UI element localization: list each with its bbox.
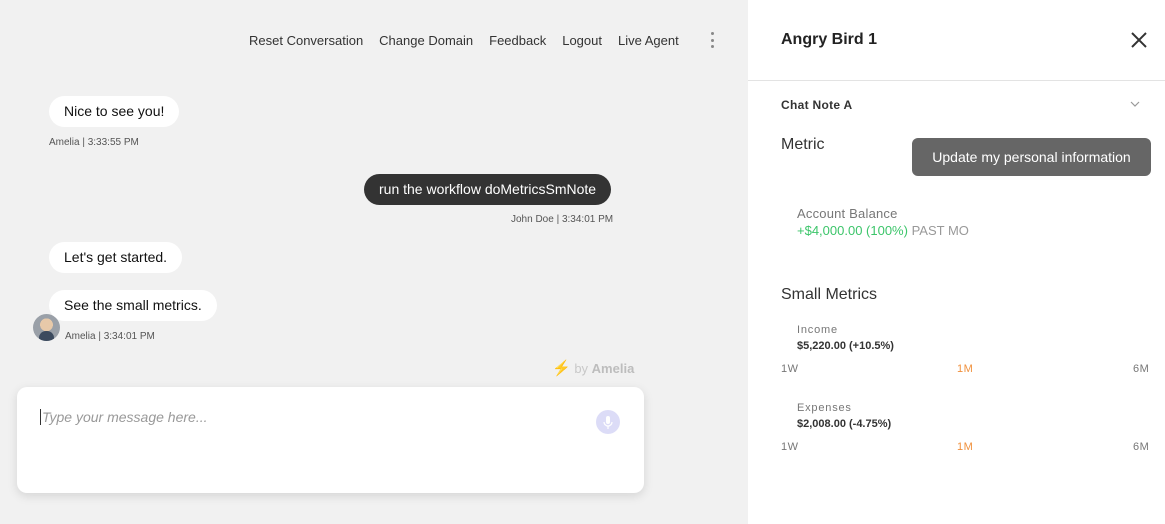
range-6m[interactable]: 6M — [1133, 363, 1149, 375]
feedback-link[interactable]: Feedback — [489, 33, 546, 48]
balance-period: PAST MO — [911, 223, 969, 238]
powered-by: ⚡ by Amelia — [552, 359, 634, 377]
more-options-icon[interactable] — [710, 32, 715, 48]
close-icon[interactable] — [1130, 31, 1148, 49]
top-nav: Reset Conversation Change Domain Feedbac… — [249, 33, 679, 48]
change-domain-link[interactable]: Change Domain — [379, 33, 473, 48]
bot-message: Let's get started. — [49, 242, 183, 273]
powered-by-prefix: by — [574, 361, 589, 376]
divider — [748, 80, 1165, 81]
avatar — [33, 314, 60, 341]
range-1m[interactable]: 1M — [957, 441, 973, 453]
message-meta: John Doe | 3:34:01 PM — [511, 214, 614, 225]
reset-conversation-link[interactable]: Reset Conversation — [249, 33, 363, 48]
metric-title: Metric — [781, 136, 825, 153]
small-metrics-title: Small Metrics — [781, 286, 878, 303]
range-6m[interactable]: 6M — [1133, 441, 1149, 453]
logout-link[interactable]: Logout — [562, 33, 602, 48]
message-meta: Amelia | 3:33:55 PM — [49, 137, 139, 148]
live-agent-link[interactable]: Live Agent — [618, 33, 679, 48]
range-1w[interactable]: 1W — [781, 441, 799, 453]
bot-message: Nice to see you! — [49, 96, 180, 127]
bolt-icon: ⚡ — [552, 360, 571, 377]
message-input[interactable] — [40, 409, 580, 425]
microphone-icon[interactable] — [596, 410, 620, 434]
bot-message: See the small metrics. — [49, 290, 217, 321]
expenses-label: Expenses — [797, 402, 852, 414]
user-message: run the workflow doMetricsSmNote — [364, 174, 612, 205]
account-balance-label: Account Balance — [797, 206, 898, 221]
chevron-down-icon[interactable] — [1130, 100, 1140, 108]
chat-note-title[interactable]: Chat Note A — [781, 98, 853, 112]
brand-name: Amelia — [591, 361, 635, 376]
range-1w[interactable]: 1W — [781, 363, 799, 375]
balance-change: +$4,000.00 (100%) — [797, 223, 908, 238]
income-label: Income — [797, 324, 838, 336]
expenses-value: $2,008.00 (-4.75%) — [797, 418, 892, 430]
account-balance-value: +$4,000.00 (100%) PAST MO — [797, 223, 969, 238]
message-meta: Amelia | 3:34:01 PM — [65, 331, 155, 342]
range-1m[interactable]: 1M — [957, 363, 973, 375]
message-composer — [17, 387, 644, 493]
panel-title: Angry Bird 1 — [781, 31, 878, 48]
chat-area: Reset Conversation Change Domain Feedbac… — [0, 0, 748, 524]
side-panel: Angry Bird 1 Chat Note A Metric Update m… — [748, 0, 1165, 524]
update-info-tooltip[interactable]: Update my personal information — [912, 138, 1151, 176]
income-value: $5,220.00 (+10.5%) — [797, 340, 894, 352]
